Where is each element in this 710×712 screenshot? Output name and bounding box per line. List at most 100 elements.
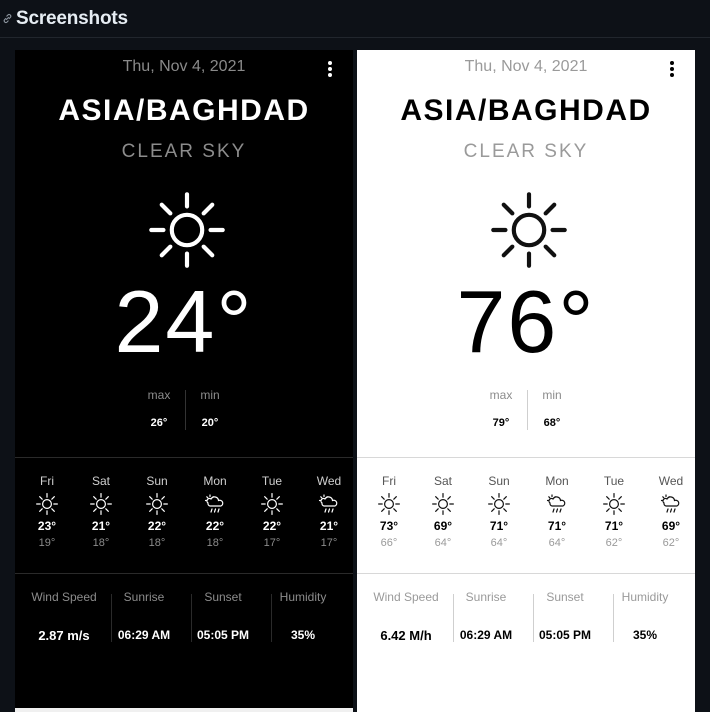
detail-divider (271, 594, 272, 642)
forecast-day-name: Sat (433, 474, 452, 488)
sun-icon (261, 493, 283, 515)
forecast-day: Sat 69° 64° (423, 474, 463, 549)
forecast-day-name: Mon (545, 474, 569, 488)
max-temp-column: max 26° (134, 388, 184, 429)
city-name: ASIA/BAGHDAD (58, 94, 310, 127)
weather-details: Wind Speed 6.42 M/h Sunrise 06:29 AM Sun… (357, 590, 695, 650)
forecast-low: 64° (490, 537, 508, 549)
divider (357, 573, 695, 574)
forecast-high: 73° (379, 519, 399, 533)
sun-icon (146, 493, 168, 515)
phone-screenshot-light: Thu, Nov 4, 2021 ASIA/BAGHDAD CLEAR SKY … (357, 50, 695, 712)
sun-icon (36, 493, 58, 515)
forecast-high: 22° (147, 519, 167, 533)
more-options-icon[interactable] (325, 59, 335, 79)
forecast-day: Fri 23° 19° (27, 474, 67, 549)
forecast-low: 17° (320, 537, 338, 549)
detail-divider (533, 594, 534, 642)
forecast-day-name: Tue (603, 474, 625, 488)
min-temp: 68° (543, 417, 561, 429)
detail-label: Wind Speed (373, 590, 439, 604)
detail-sunset: Sunset 05:05 PM (525, 590, 605, 642)
forecast-low: 64° (434, 537, 452, 549)
forecast-day: Mon 71° 64° (537, 474, 577, 549)
more-options-icon[interactable] (667, 59, 677, 79)
detail-label: Sunrise (465, 590, 507, 604)
min-label: min (542, 388, 562, 402)
forecast-low: 17° (263, 537, 281, 549)
forecast-day-name: Wed (658, 474, 684, 488)
forecast-high: 71° (604, 519, 624, 533)
detail-value: 06:29 AM (459, 628, 513, 642)
section-title: Screenshots (16, 7, 128, 29)
forecast-day: Sun 22° 18° (137, 474, 177, 549)
forecast-day: Mon 22° 18° (195, 474, 235, 549)
forecast-day-name: Mon (203, 474, 227, 488)
detail-value: 35% (632, 628, 658, 642)
forecast-low: 64° (548, 537, 566, 549)
min-temp: 20° (201, 417, 219, 429)
sun-icon (488, 493, 510, 515)
detail-humidity: Humidity 35% (605, 590, 685, 642)
max-label: max (147, 388, 171, 402)
sun-icon (491, 192, 567, 268)
forecast-high: 71° (489, 519, 509, 533)
detail-value: 05:05 PM (538, 628, 592, 642)
forecast-low: 18° (206, 537, 224, 549)
forecast-day-name: Fri (382, 474, 396, 488)
rain-cloud-icon (318, 493, 340, 515)
detail-value: 05:05 PM (196, 628, 250, 642)
detail-value: 2.87 m/s (38, 628, 90, 643)
forecast-low: 18° (92, 537, 110, 549)
link-icon[interactable] (0, 12, 14, 26)
city-name: ASIA/BAGHDAD (400, 94, 652, 127)
detail-sunrise: Sunrise 06:29 AM (446, 590, 526, 642)
forecast-low: 66° (380, 537, 398, 549)
detail-label: Wind Speed (31, 590, 97, 604)
forecast-high: 21° (319, 519, 339, 533)
forecast-day: Sun 71° 64° (479, 474, 519, 549)
forecast-day: Fri 73° 66° (369, 474, 409, 549)
weather-condition: CLEAR SKY (121, 141, 247, 162)
forecast-day: Tue 71° 62° (594, 474, 634, 549)
detail-divider (453, 594, 454, 642)
forecast-high: 69° (433, 519, 453, 533)
min-temp-column: min 20° (185, 388, 235, 429)
weather-details: Wind Speed 2.87 m/s Sunrise 06:29 AM Sun… (15, 590, 353, 650)
forecast-day-name: Wed (316, 474, 342, 488)
phone-screenshot-dark: Thu, Nov 4, 2021 ASIA/BAGHDAD CLEAR SKY … (15, 50, 353, 712)
current-temperature: 76° (456, 272, 596, 371)
section-header: Screenshots (0, 0, 710, 38)
rain-cloud-icon (204, 493, 226, 515)
divider (15, 573, 353, 574)
detail-label: Humidity (279, 590, 327, 604)
sun-icon (90, 493, 112, 515)
forecast-day-name: Sat (91, 474, 110, 488)
forecast-high: 22° (205, 519, 225, 533)
detail-value: 6.42 M/h (380, 628, 432, 643)
detail-label: Sunset (546, 590, 584, 604)
detail-divider (191, 594, 192, 642)
forecast-high: 21° (91, 519, 111, 533)
forecast-day: Sat 21° 18° (81, 474, 121, 549)
forecast-day-name: Sun (488, 474, 510, 488)
detail-humidity: Humidity 35% (263, 590, 343, 642)
detail-label: Sunrise (123, 590, 165, 604)
rain-cloud-icon (660, 493, 682, 515)
forecast-day: Wed 21° 17° (309, 474, 349, 549)
forecast-low: 18° (148, 537, 166, 549)
detail-label: Sunset (204, 590, 242, 604)
divider (15, 457, 353, 458)
date-label: Thu, Nov 4, 2021 (122, 58, 246, 75)
bottom-edge (15, 708, 353, 712)
forecast-day: Tue 22° 17° (252, 474, 292, 549)
detail-sunrise: Sunrise 06:29 AM (104, 590, 184, 642)
detail-label: Humidity (621, 590, 669, 604)
current-temperature: 24° (114, 272, 254, 371)
weather-condition: CLEAR SKY (463, 141, 589, 162)
forecast-high: 69° (661, 519, 681, 533)
detail-wind-speed: Wind Speed 2.87 m/s (24, 590, 104, 643)
sun-icon (603, 493, 625, 515)
detail-sunset: Sunset 05:05 PM (183, 590, 263, 642)
forecast-day: Wed 69° 62° (651, 474, 691, 549)
